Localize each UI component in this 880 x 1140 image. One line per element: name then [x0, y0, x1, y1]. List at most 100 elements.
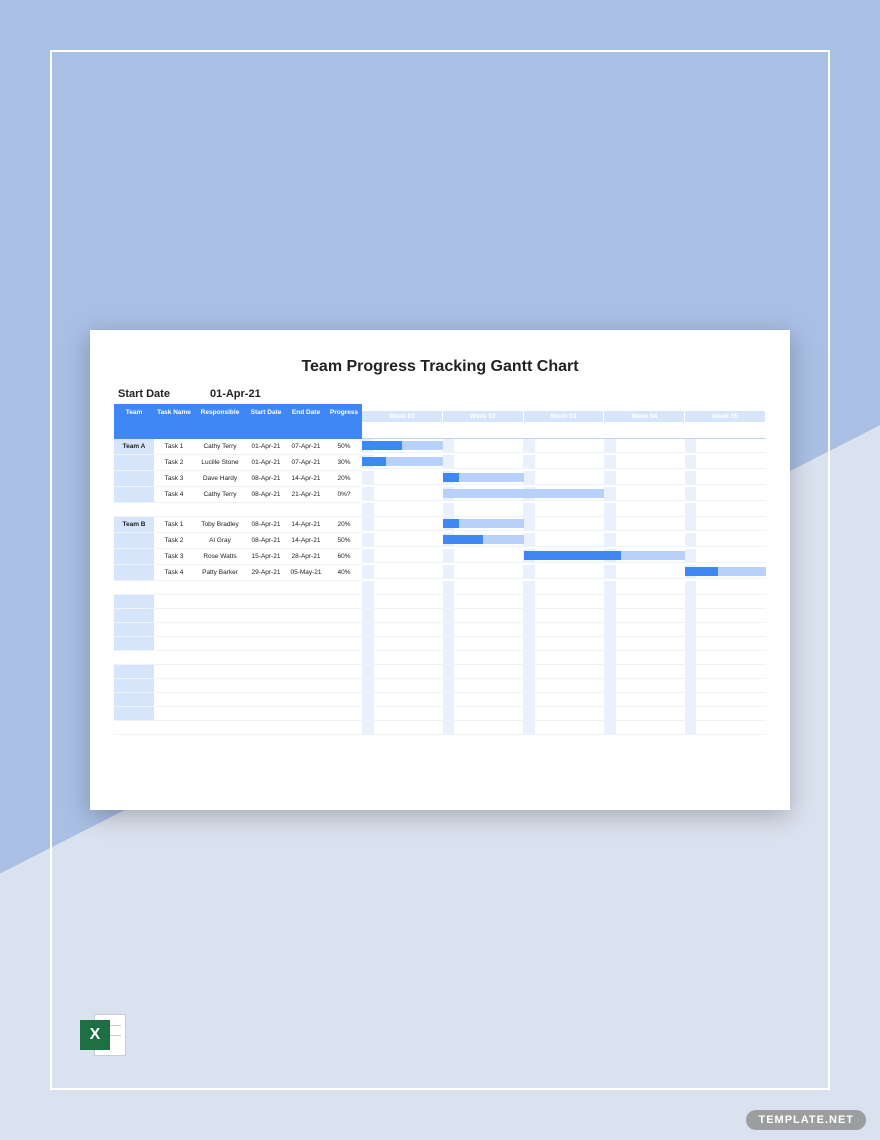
data-cell: 50% — [326, 439, 362, 455]
day-number: 1 — [708, 422, 720, 430]
table-row: Task 4Cathy Terry08-Apr-2121-Apr-210%? — [114, 487, 766, 503]
data-cell: 07-Apr-21 — [286, 455, 326, 471]
day-letter: W — [673, 430, 685, 439]
day-number: 3 — [385, 422, 397, 430]
data-cell: Task 2 — [154, 533, 194, 549]
empty-row — [114, 637, 766, 651]
day-letter: W — [593, 430, 605, 439]
day-number: 28 — [673, 422, 685, 430]
data-cell: 05-May-21 — [286, 565, 326, 581]
data-cell: Task 3 — [154, 549, 194, 565]
data-cell: Task 4 — [154, 565, 194, 581]
day-number: 4 — [743, 422, 755, 430]
day-number: 21 — [593, 422, 605, 430]
empty-row — [114, 609, 766, 623]
data-cell: 29-Apr-21 — [246, 565, 286, 581]
day-letter: T — [443, 430, 455, 439]
data-cell: 14-Apr-21 — [286, 533, 326, 549]
data-cell: 07-Apr-21 — [286, 439, 326, 455]
spacer-row — [114, 651, 766, 665]
spacer-row — [114, 581, 766, 595]
day-letter: T — [420, 430, 432, 439]
day-number: 9 — [454, 422, 466, 430]
data-cell: 20% — [326, 471, 362, 487]
calendar-header: AprilMayWeek 01Week 02Week 03Week 04Week… — [362, 404, 766, 439]
data-cell: 21-Apr-21 — [286, 487, 326, 503]
day-letter: F — [696, 430, 708, 439]
gantt-bar-progress — [443, 473, 459, 482]
table-row: Task 4Patty Barker29-Apr-2105-May-2140% — [114, 565, 766, 581]
day-letter: T — [604, 430, 616, 439]
data-cell: 30% — [326, 455, 362, 471]
day-number: 8 — [443, 422, 455, 430]
day-number: 5 — [408, 422, 420, 430]
week-label: Week 05 — [685, 411, 766, 422]
day-letter: S — [719, 430, 731, 439]
week-label: Week 04 — [604, 411, 685, 422]
data-cell: 20% — [326, 517, 362, 533]
day-letter: M — [489, 430, 501, 439]
day-number: 10 — [466, 422, 478, 430]
day-number: 27 — [662, 422, 674, 430]
data-cell: 01-Apr-21 — [246, 439, 286, 455]
team-cell — [114, 471, 154, 487]
week-label: Week 03 — [524, 411, 605, 422]
day-letter: W — [512, 430, 524, 439]
spacer-row — [114, 721, 766, 735]
day-letter: W — [754, 430, 766, 439]
team-cell — [114, 637, 154, 651]
data-cell: 40% — [326, 565, 362, 581]
data-cell: Task 4 — [154, 487, 194, 503]
day-letter: M — [731, 430, 743, 439]
day-number: 2 — [374, 422, 386, 430]
day-letter: F — [535, 430, 547, 439]
data-cell: 08-Apr-21 — [246, 487, 286, 503]
team-cell — [114, 549, 154, 565]
data-cell: 08-Apr-21 — [246, 471, 286, 487]
day-number: 12 — [489, 422, 501, 430]
column-header: Team — [114, 404, 154, 439]
data-cell: 14-Apr-21 — [286, 517, 326, 533]
day-number: 16 — [535, 422, 547, 430]
empty-row — [114, 665, 766, 679]
data-cell: Toby Bradley — [194, 517, 246, 533]
data-cell: Rose Watts — [194, 549, 246, 565]
day-letter: T — [500, 430, 512, 439]
day-number: 3 — [731, 422, 743, 430]
excel-icon: X — [80, 1010, 130, 1060]
gantt-bar-progress — [362, 441, 402, 450]
data-cell: 01-Apr-21 — [246, 455, 286, 471]
gantt-bar-progress — [443, 519, 459, 528]
day-letter: S — [477, 430, 489, 439]
data-cell: 08-Apr-21 — [246, 517, 286, 533]
team-cell — [114, 565, 154, 581]
team-cell: Team A — [114, 439, 154, 455]
day-letter: M — [650, 430, 662, 439]
data-cell: Task 1 — [154, 439, 194, 455]
day-number: 2 — [719, 422, 731, 430]
gantt-bar-progress — [362, 457, 386, 466]
column-header: Task Name — [154, 404, 194, 439]
data-cell: 50% — [326, 533, 362, 549]
day-letter: M — [570, 430, 582, 439]
empty-row — [114, 707, 766, 721]
gantt-bar-bg — [443, 489, 605, 498]
data-cell: 28-Apr-21 — [286, 549, 326, 565]
gantt-bar-progress — [685, 567, 717, 576]
day-letter: S — [385, 430, 397, 439]
data-cell: Task 3 — [154, 471, 194, 487]
data-cell: Lucille Stone — [194, 455, 246, 471]
empty-row — [114, 623, 766, 637]
start-date-row: Start Date 01-Apr-21 — [118, 388, 766, 400]
day-letter: F — [374, 430, 386, 439]
month-label: May — [708, 404, 766, 411]
table-row: Task 2Al Gray08-Apr-2114-Apr-2150% — [114, 533, 766, 549]
table-row: Team BTask 1Toby Bradley08-Apr-2114-Apr-… — [114, 517, 766, 533]
column-header: Responsible — [194, 404, 246, 439]
data-cell: Cathy Terry — [194, 439, 246, 455]
day-number: 29 — [685, 422, 697, 430]
empty-row — [114, 595, 766, 609]
day-number: 6 — [420, 422, 432, 430]
team-cell — [114, 533, 154, 549]
data-cell: Patty Barker — [194, 565, 246, 581]
